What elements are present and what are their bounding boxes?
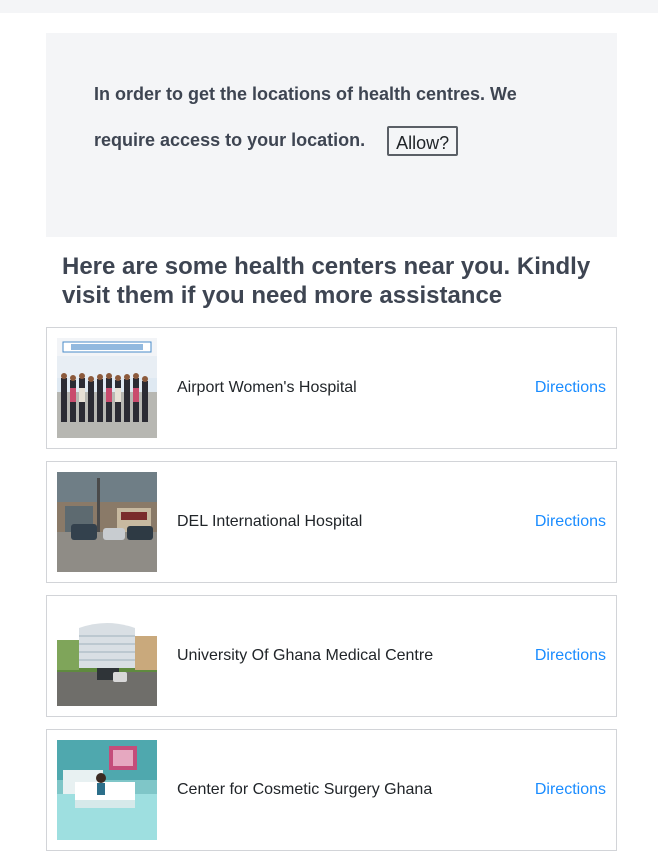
health-center-photo xyxy=(57,740,157,840)
location-permission-message: In order to get the locations of health … xyxy=(94,71,534,163)
location-permission-panel: In order to get the locations of health … xyxy=(46,33,617,237)
health-center-photo xyxy=(57,606,157,706)
health-center-list: Airport Women's Hospital Directions DEL … xyxy=(46,327,617,863)
health-center-card: University Of Ghana Medical Centre Direc… xyxy=(46,595,617,717)
health-center-name: Center for Cosmetic Surgery Ghana xyxy=(177,781,433,798)
health-center-photo xyxy=(57,472,157,572)
directions-link[interactable]: Directions xyxy=(535,462,606,582)
health-center-card: Airport Women's Hospital Directions xyxy=(46,327,617,449)
directions-link[interactable]: Directions xyxy=(535,328,606,448)
health-center-name: DEL International Hospital xyxy=(177,513,363,530)
directions-link[interactable]: Directions xyxy=(535,596,606,716)
health-center-card: DEL International Hospital Directions xyxy=(46,461,617,583)
top-bar-strip xyxy=(0,0,658,13)
health-center-name: Airport Women's Hospital xyxy=(177,379,357,396)
health-center-card: Center for Cosmetic Surgery Ghana Direct… xyxy=(46,729,617,851)
directions-link[interactable]: Directions xyxy=(535,730,606,850)
nearby-centers-heading: Here are some health centers near you. K… xyxy=(62,253,591,309)
health-center-photo xyxy=(57,338,157,438)
allow-location-button[interactable]: Allow? xyxy=(387,126,459,157)
health-center-name: University Of Ghana Medical Centre xyxy=(177,647,434,664)
